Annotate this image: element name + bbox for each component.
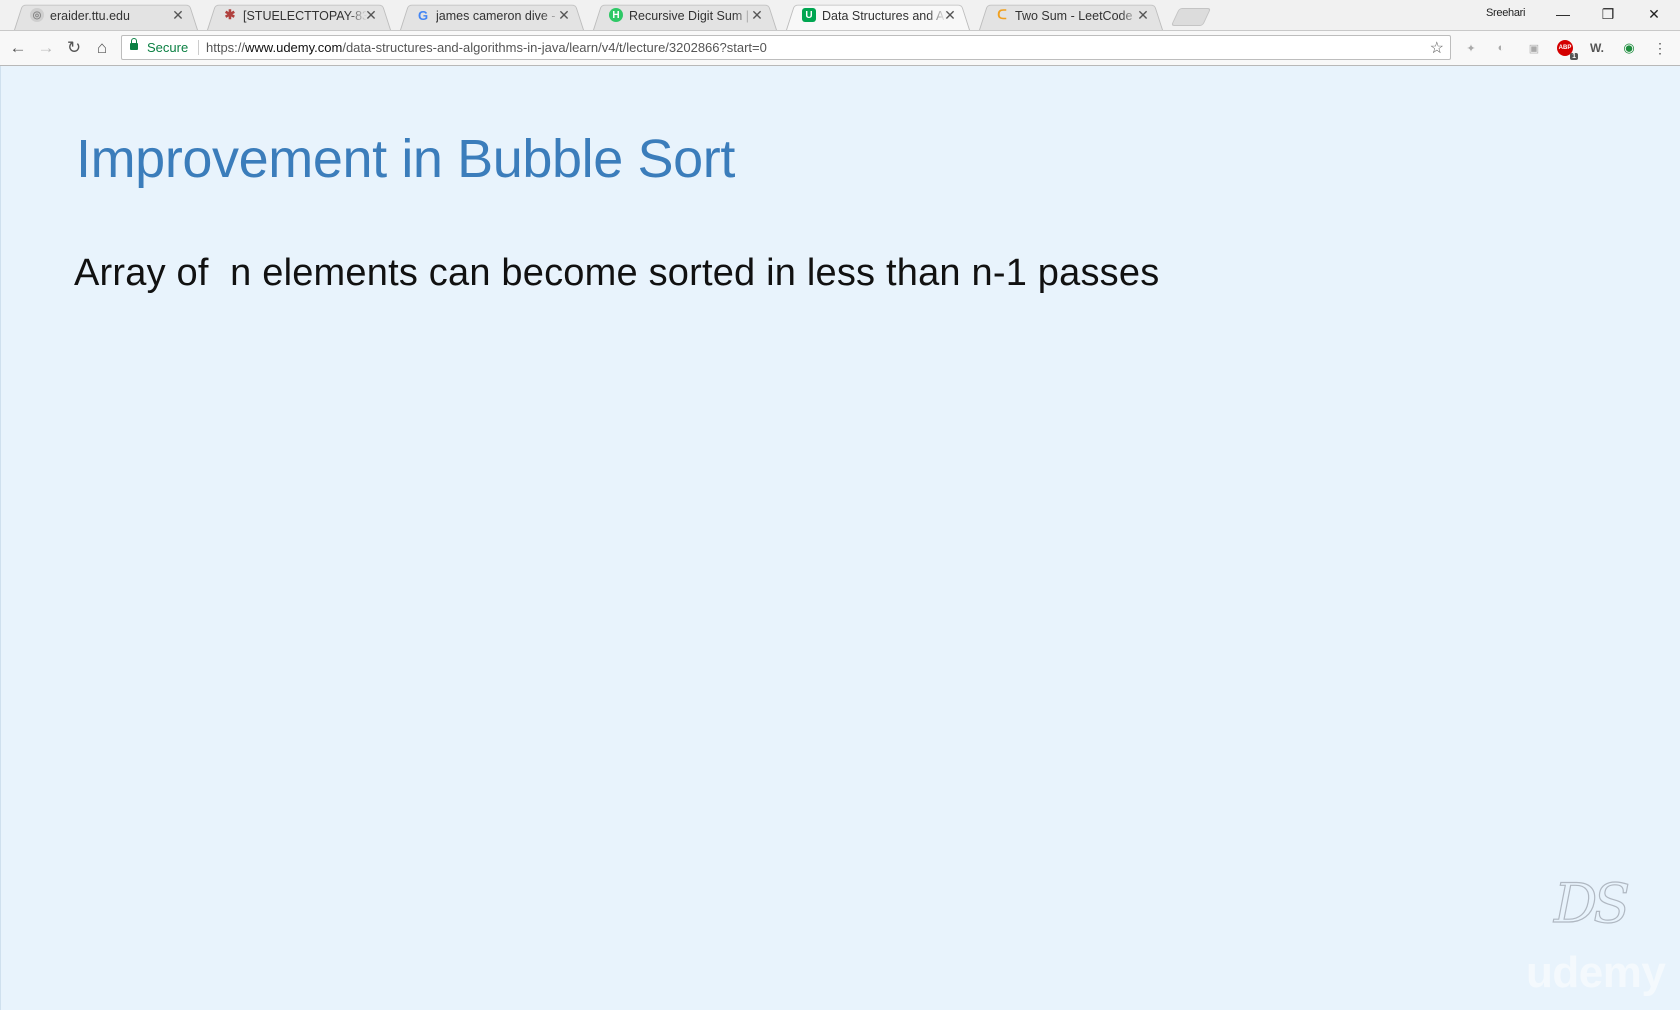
home-icon[interactable]: ⌂ xyxy=(90,36,114,60)
jira-bug-icon: ✱ xyxy=(224,7,236,22)
globe-icon: ◎ xyxy=(30,8,44,22)
close-tab-icon[interactable]: ✕ xyxy=(1135,7,1151,23)
extension-doc-icon[interactable]: ▣ xyxy=(1526,40,1542,56)
adblock-badge: 1 xyxy=(1570,53,1578,60)
back-icon[interactable]: ← xyxy=(6,36,30,60)
google-icon: G xyxy=(417,7,429,23)
url-path: /data-structures-and-algorithms-in-java/… xyxy=(342,40,767,55)
ds-logo: DS xyxy=(1553,871,1631,935)
tab-title: Data Structures and Algorithms xyxy=(822,9,946,23)
wordpress-icon[interactable]: W. xyxy=(1589,40,1605,56)
url-scheme: https:// xyxy=(206,40,246,55)
tab-eraider[interactable]: ◎ eraider.ttu.edu ✕ xyxy=(14,2,198,30)
tab-strip: ◎ eraider.ttu.edu ✕ ✱ [STUELECTTOPAY-83]… xyxy=(0,0,1680,31)
hackerrank-icon: H xyxy=(609,8,623,22)
reload-icon[interactable]: ↻ xyxy=(62,36,86,60)
close-tab-icon[interactable]: ✕ xyxy=(942,7,958,23)
tab-hackerrank[interactable]: H Recursive Digit Sum | Algorithms ✕ xyxy=(593,2,777,30)
slide-text: Array of n elements can become sorted in… xyxy=(74,252,1160,294)
bookmark-star-icon[interactable]: ☆ xyxy=(1430,38,1444,58)
address-bar[interactable]: Secure https://www.udemy.com/data-struct… xyxy=(121,35,1451,60)
forward-icon[interactable]: → xyxy=(34,36,58,60)
extension-puzzle-icon[interactable]: ✦ xyxy=(1463,40,1479,56)
tab-title: james cameron dive - Google xyxy=(436,9,560,23)
url-text[interactable]: https://www.udemy.com/data-structures-an… xyxy=(206,40,767,55)
tab-title: [STUELECTTOPAY-83] User xyxy=(243,9,367,23)
close-window-icon[interactable]: ✕ xyxy=(1632,0,1676,28)
tab-udemy[interactable]: U Data Structures and Algorithms ✕ xyxy=(786,2,970,30)
url-host: www.udemy.com xyxy=(245,40,343,55)
lock-icon xyxy=(130,38,138,50)
close-tab-icon[interactable]: ✕ xyxy=(556,7,572,23)
close-tab-icon[interactable]: ✕ xyxy=(170,7,186,23)
adblock-label: ABP xyxy=(1558,45,1572,51)
tab-jira[interactable]: ✱ [STUELECTTOPAY-83] User ✕ xyxy=(207,2,391,30)
menu-icon[interactable]: ⋮ xyxy=(1652,40,1668,56)
tab-title: Two Sum - LeetCode xyxy=(1015,9,1133,23)
close-tab-icon[interactable]: ✕ xyxy=(363,7,379,23)
divider xyxy=(198,40,199,55)
restore-icon[interactable]: ❐ xyxy=(1586,0,1630,28)
new-tab-button[interactable] xyxy=(1170,8,1212,26)
adblock-plus-icon[interactable]: ABP 1 xyxy=(1557,40,1578,60)
close-tab-icon[interactable]: ✕ xyxy=(749,7,765,23)
tab-leetcode[interactable]: ᑕ Two Sum - LeetCode ✕ xyxy=(979,2,1163,30)
tab-google[interactable]: G james cameron dive - Google ✕ xyxy=(400,2,584,30)
slide-title: Improvement in Bubble Sort xyxy=(76,129,735,189)
profile-name[interactable]: Sreehari xyxy=(1486,7,1525,19)
minimize-icon[interactable]: — xyxy=(1541,0,1585,28)
udemy-icon: U xyxy=(802,8,816,22)
extension-circle-icon[interactable]: ◐ xyxy=(1493,40,1509,56)
udemy-watermark: udemy xyxy=(1526,948,1666,997)
leetcode-icon: ᑕ xyxy=(997,7,1007,22)
tab-title: Recursive Digit Sum | Algorithms xyxy=(629,9,753,23)
browser-toolbar: ← → ↻ ⌂ Secure https://www.udemy.com/dat… xyxy=(0,31,1680,66)
secure-label: Secure xyxy=(147,40,189,55)
lecture-slide: Improvement in Bubble Sort Array of n el… xyxy=(0,66,1680,1010)
tab-title: eraider.ttu.edu xyxy=(50,9,130,23)
volume-icon[interactable]: ◉ xyxy=(1621,40,1637,56)
